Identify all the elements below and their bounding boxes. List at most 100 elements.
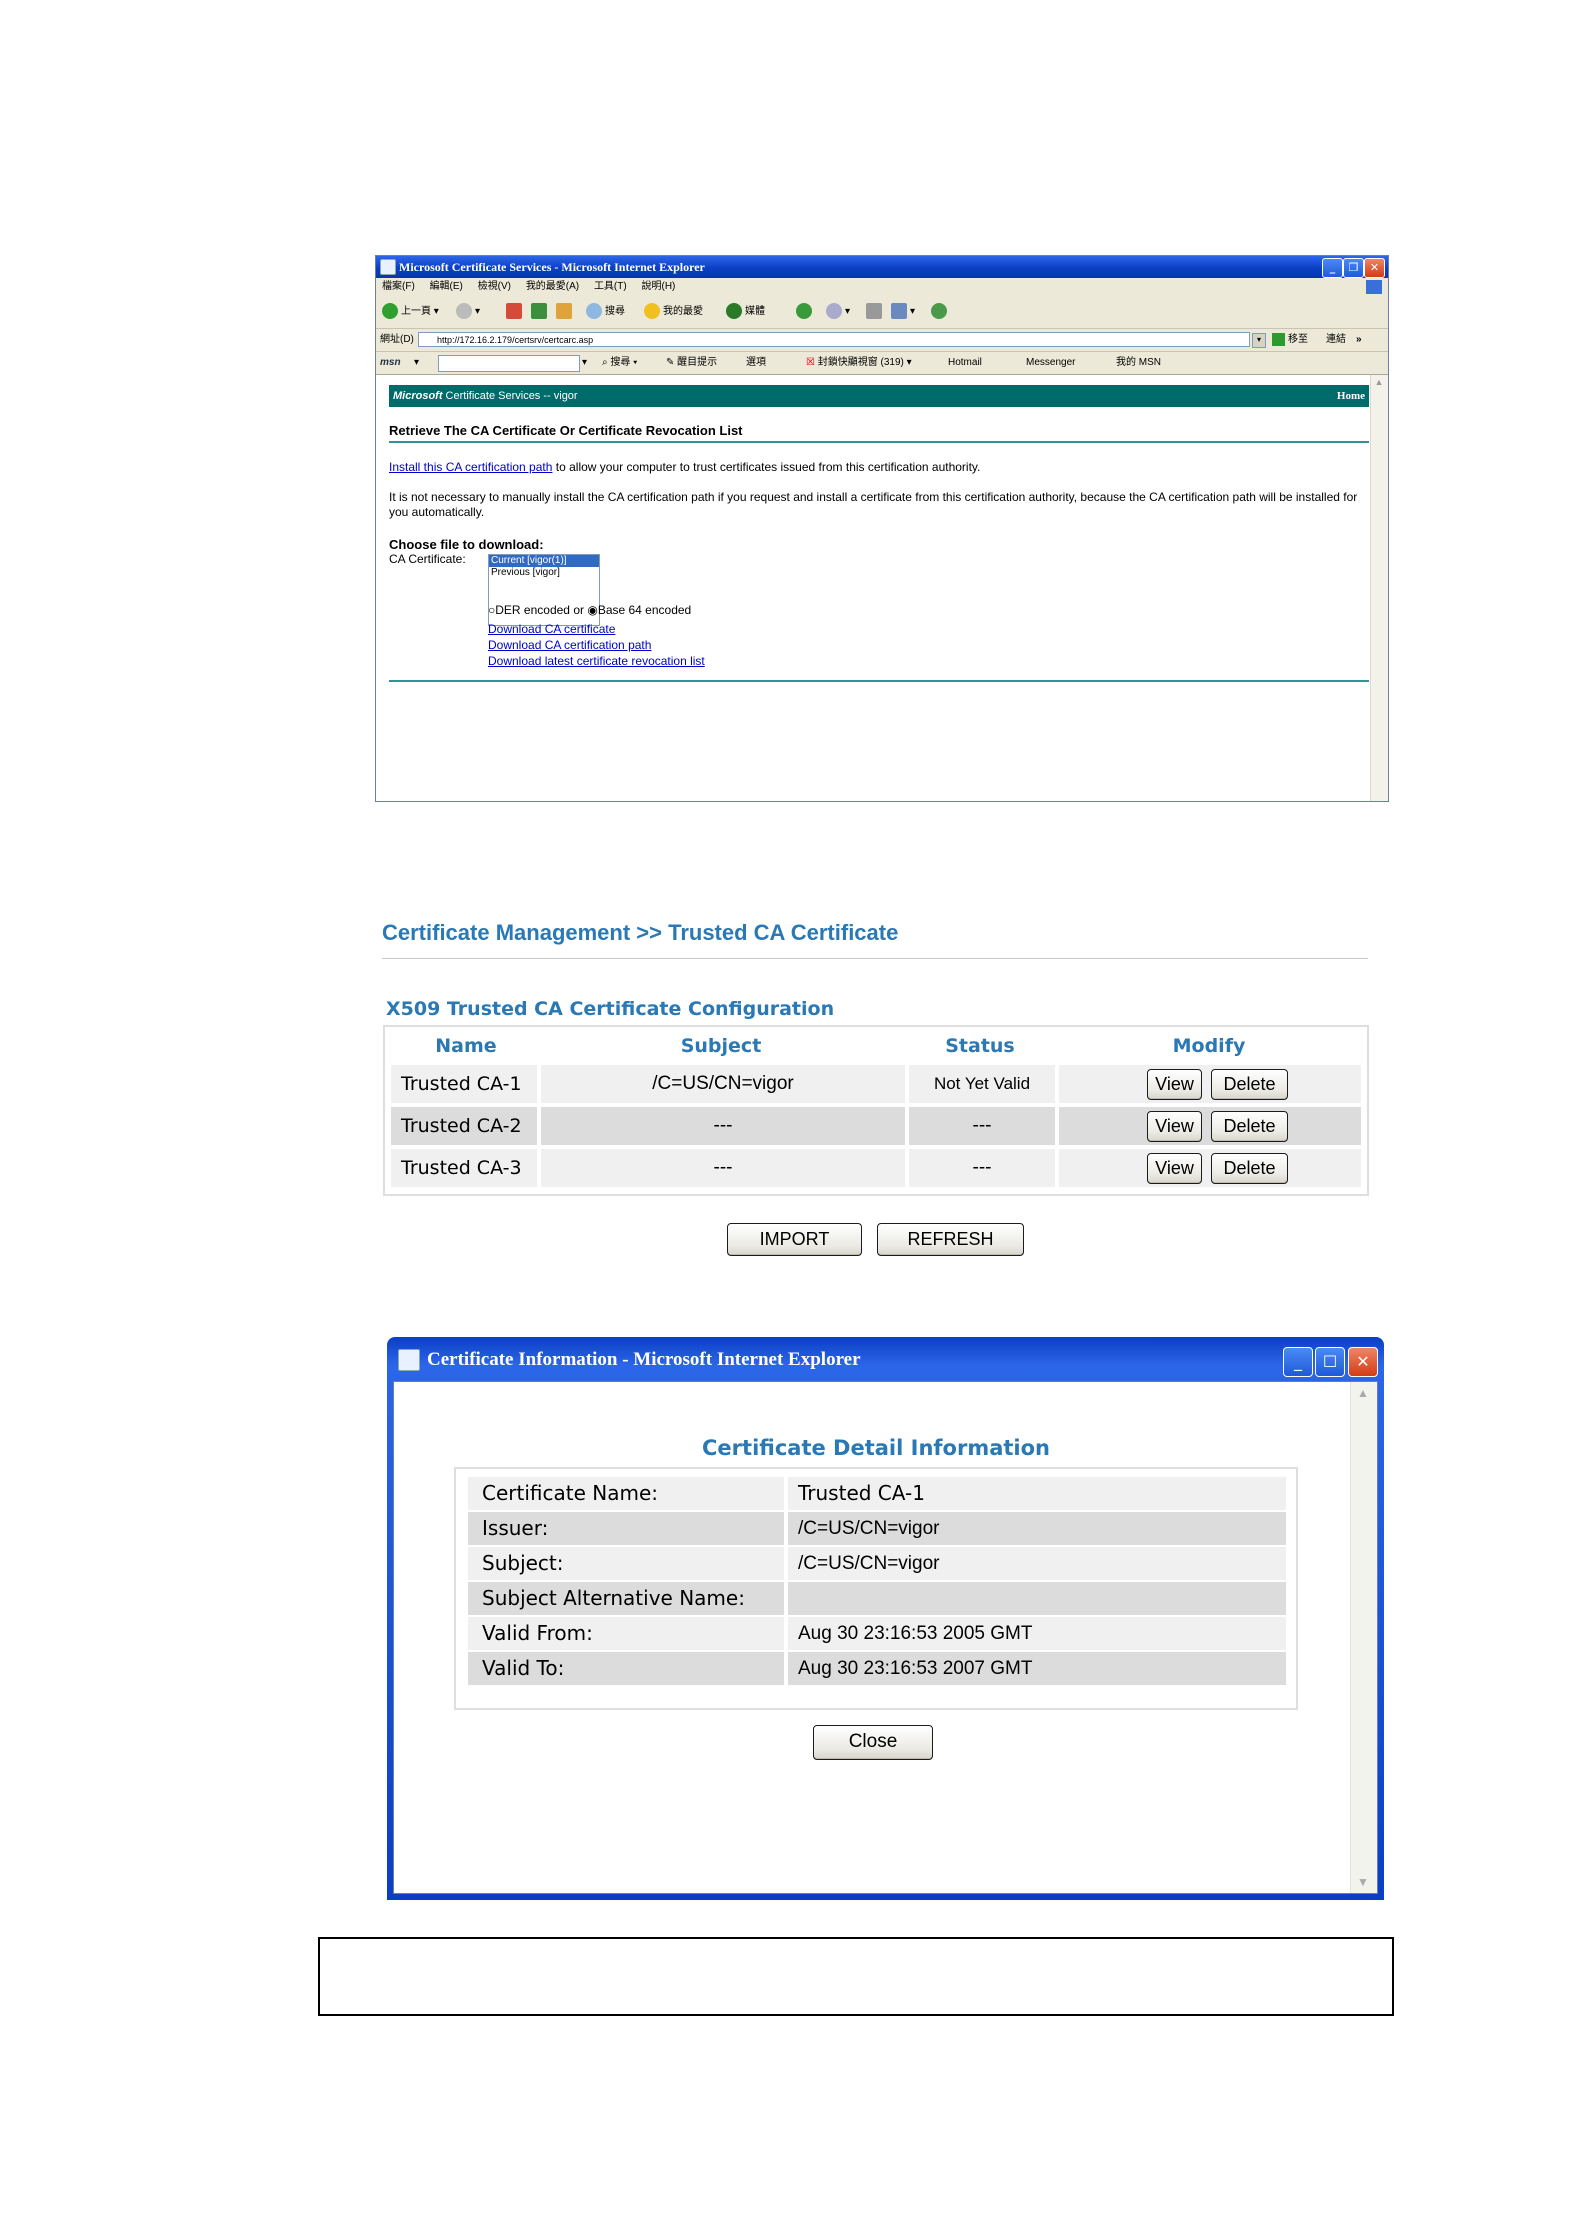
download-ca-path-link[interactable]: Download CA certification path [488,638,651,652]
address-dropdown-icon[interactable]: ▾ [1252,333,1266,348]
minimize-icon[interactable]: _ [1322,258,1343,278]
menu-favorites[interactable]: 我的最愛(A) [526,281,579,292]
detail-row: Subject Alternative Name: [468,1582,1286,1615]
ca-status-cell: --- [909,1149,1055,1187]
refresh-button[interactable] [531,303,550,321]
scroll-up-icon[interactable]: ▲ [1357,1386,1369,1400]
delete-button[interactable]: Delete [1211,1111,1288,1142]
messenger-icon [931,303,947,320]
col-header-name: Name [435,1035,497,1057]
base64-radio[interactable]: ◉ [587,603,597,617]
msn-messenger-button[interactable]: Messenger [1026,352,1075,374]
close-button[interactable]: Close [813,1725,933,1760]
menu-edit[interactable]: 編輯(E) [430,281,463,292]
msn-logo-icon[interactable]: msn [380,352,401,374]
restore-icon[interactable]: ❐ [1343,258,1364,278]
back-arrow-icon [382,303,398,320]
stop-button[interactable] [506,303,525,321]
address-input[interactable]: http://172.16.2.179/certsrv/certcarc.asp [418,332,1250,347]
table-row: Trusted CA-1 /C=US/CN=vigor Not Yet Vali… [391,1065,1361,1105]
menu-view[interactable]: 檢視(V) [478,281,511,292]
detail-value [788,1582,1286,1615]
delete-button[interactable]: Delete [1211,1069,1288,1100]
mail-button[interactable]: ▾ [826,303,850,321]
menu-help[interactable]: 說明(H) [642,281,676,292]
col-header-subject: Subject [680,1035,762,1057]
detail-heading: Certificate Detail Information [702,1436,1050,1460]
history-button[interactable] [796,303,815,321]
detail-row: Issuer: /C=US/CN=vigor [468,1512,1286,1545]
ca-subject-cell: --- [541,1149,905,1187]
view-button[interactable]: View [1147,1153,1202,1184]
heading-divider [389,441,1369,443]
ca-subject-cell: /C=US/CN=vigor [541,1065,905,1103]
delete-button[interactable]: Delete [1211,1153,1288,1184]
chevron-right-icon[interactable]: » [1356,329,1362,351]
msn-search-input[interactable] [438,355,580,372]
popup-scrollbar[interactable]: ▲ ▼ [1350,1382,1377,1893]
scroll-down-icon[interactable]: ▼ [1357,1875,1369,1889]
detail-label: Subject: [468,1547,784,1580]
windows-logo-icon [1366,280,1382,294]
download-crl-link[interactable]: Download latest certificate revocation l… [488,654,705,668]
home-button[interactable] [556,303,575,321]
msn-highlight-button[interactable]: ✎ 醒目提示 [666,352,717,374]
print-icon [866,303,882,320]
forward-button[interactable]: ▾ [456,303,480,321]
search-button[interactable]: 搜尋 [586,303,625,321]
download-ca-cert-link[interactable]: Download CA certificate [488,622,615,636]
msn-my-button[interactable]: 我的 MSN [1116,352,1161,374]
view-button[interactable]: View [1147,1111,1202,1142]
print-button[interactable] [866,303,885,321]
star-icon [644,303,660,320]
page-heading: Retrieve The CA Certificate Or Certifica… [389,423,743,438]
ca-status-cell: Not Yet Valid [909,1065,1055,1103]
table-row: Trusted CA-3 --- --- View Delete [391,1149,1361,1189]
close-icon[interactable]: ✕ [1348,1347,1378,1377]
ca-certificate-label: CA Certificate: [389,552,466,566]
table-row: Trusted CA-2 --- --- View Delete [391,1107,1361,1147]
msn-popup-blocker-button[interactable]: ☒ 封鎖快顯視窗 (319) ▾ [806,352,912,374]
listbox-option-previous[interactable]: Previous [vigor] [489,567,599,579]
close-icon[interactable]: ✕ [1364,258,1385,278]
msn-search-dropdown-icon[interactable]: ▾ [582,352,587,374]
detail-label: Certificate Name: [468,1477,784,1510]
edit-button[interactable]: ▾ [891,303,915,321]
popup-title: Certificate Information - Microsoft Inte… [427,1349,861,1370]
toolbar: 上一頁 ▾ ▾ 搜尋 我的最愛 媒體 ▾ ▾ [376,296,1388,329]
install-ca-path-link[interactable]: Install this CA certification path [389,460,552,474]
home-link[interactable]: Home [1337,385,1365,407]
msn-search-button[interactable]: ⌕ 搜尋 ▾ [602,352,637,374]
msn-dropdown-icon[interactable]: ▾ [414,352,419,374]
col-header-status: Status [945,1035,1015,1057]
msn-hotmail-button[interactable]: Hotmail [948,352,982,374]
detail-row: Valid From: Aug 30 23:16:53 2005 GMT [468,1617,1286,1650]
listbox-option-current[interactable]: Current [vigor(1)] [489,555,599,567]
ca-modify-cell [1059,1107,1361,1145]
ie-icon [398,1349,420,1371]
vertical-scrollbar[interactable]: ▲ [1370,375,1388,801]
links-label[interactable]: 連結 [1326,329,1346,351]
window-title: Microsoft Certificate Services - Microso… [399,260,705,274]
maximize-icon[interactable]: ☐ [1315,1347,1345,1377]
detail-row: Valid To: Aug 30 23:16:53 2007 GMT [468,1652,1286,1685]
detail-value: /C=US/CN=vigor [788,1512,1286,1545]
import-button[interactable]: IMPORT [727,1223,862,1256]
minimize-icon[interactable]: _ [1283,1347,1313,1377]
certsrv-browser-window: Microsoft Certificate Services - Microso… [375,255,1389,802]
refresh-button[interactable]: REFRESH [877,1223,1024,1256]
menu-file[interactable]: 檔案(F) [382,281,415,292]
menu-tools[interactable]: 工具(T) [594,281,627,292]
encoding-options: ○DER encoded or ◉Base 64 encoded [488,603,692,617]
messenger-button[interactable] [931,303,950,321]
media-button[interactable]: 媒體 [726,303,765,321]
go-arrow-icon[interactable] [1272,333,1285,346]
view-button[interactable]: View [1147,1069,1202,1100]
ca-name-cell: Trusted CA-1 [391,1065,537,1103]
info-paragraph: It is not necessary to manually install … [389,490,1358,519]
favorites-button[interactable]: 我的最愛 [644,303,703,321]
msn-options-button[interactable]: 選項 [746,352,766,374]
back-button[interactable]: 上一頁 ▾ [382,303,439,321]
go-button[interactable]: 移至 [1288,329,1308,351]
scroll-up-icon[interactable]: ▲ [1373,377,1385,389]
